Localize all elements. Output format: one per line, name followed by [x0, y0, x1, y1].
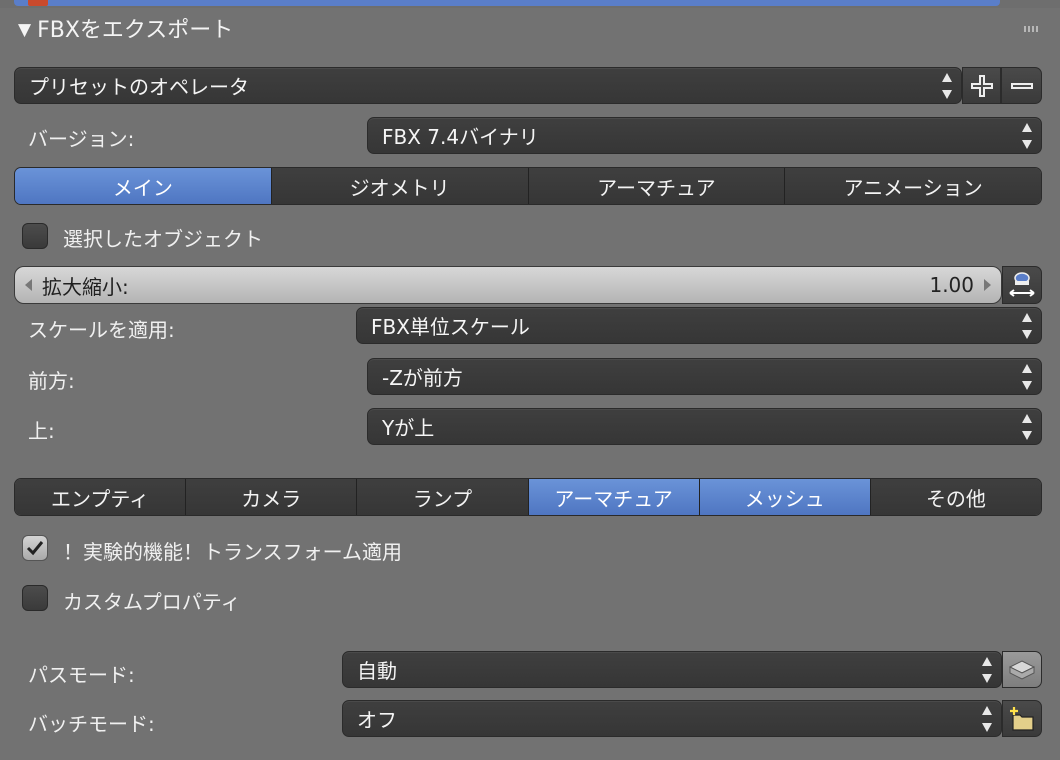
object-type-toggles: エンプティ カメラ ランプ アーマチュア メッシュ その他 [14, 478, 1042, 516]
batch-mode-dropdown[interactable]: オフ [342, 700, 1002, 737]
updown-arrows-icon [1021, 311, 1033, 341]
toggle-other[interactable]: その他 [869, 479, 1041, 515]
drag-grip-icon[interactable] [1024, 26, 1038, 32]
forward-label: 前方: [28, 369, 75, 393]
apply-transform-checkbox[interactable] [22, 535, 48, 561]
tab-main[interactable]: メイン [15, 168, 271, 204]
custom-properties-checkbox[interactable] [22, 585, 48, 611]
collapse-triangle-icon[interactable]: ▼ [18, 20, 31, 40]
up-value: Yが上 [382, 416, 435, 440]
new-folder-icon [1010, 706, 1034, 731]
tab-animation[interactable]: アニメーション [784, 168, 1041, 204]
previous-panel-strip [0, 0, 1060, 8]
forward-value: -Zが前方 [382, 366, 463, 390]
toggle-empty[interactable]: エンプティ [15, 479, 186, 515]
remove-preset-button[interactable] [1001, 67, 1042, 104]
batch-own-dir-toggle[interactable] [1002, 700, 1042, 737]
toggle-camera[interactable]: カメラ [185, 479, 357, 515]
version-value: FBX 7.4バイナリ [382, 125, 539, 149]
updown-arrows-icon [1021, 412, 1033, 442]
up-label: 上: [28, 419, 55, 443]
tab-armature[interactable]: アーマチュア [527, 168, 785, 204]
scale-slider[interactable]: 拡大縮小: 1.00 [14, 266, 1002, 304]
plus-icon [970, 74, 993, 97]
panel-header[interactable]: ▼ FBXをエクスポート [18, 12, 233, 44]
path-mode-value: 自動 [357, 659, 397, 683]
path-mode-dropdown[interactable]: 自動 [342, 651, 1002, 688]
batch-mode-label: バッチモード: [28, 712, 155, 736]
toggle-lamp[interactable]: ランプ [356, 479, 528, 515]
updown-arrows-icon [1021, 121, 1033, 151]
updown-arrows-icon [981, 655, 993, 685]
add-preset-button[interactable] [962, 67, 1001, 104]
selected-objects-checkbox[interactable] [22, 223, 48, 249]
apply-transform-label: ！実験的機能！トランスフォーム適用 [63, 540, 402, 564]
custom-properties-label: カスタムプロパティ [63, 590, 241, 614]
toggle-mesh[interactable]: メッシュ [698, 479, 870, 515]
updown-arrows-icon [941, 71, 953, 101]
checkmark-icon [26, 541, 44, 556]
minus-icon [1010, 82, 1033, 89]
tab-geometry[interactable]: ジオメトリ [270, 168, 528, 204]
scale-label: 拡大縮小: [42, 274, 129, 299]
scale-value: 1.00 [929, 273, 974, 297]
embed-textures-toggle[interactable] [1002, 651, 1042, 688]
selected-objects-label: 選択したオブジェクト [63, 227, 263, 251]
version-dropdown[interactable]: FBX 7.4バイナリ [367, 117, 1042, 154]
previous-row-highlight [14, 0, 1000, 6]
updown-arrows-icon [1021, 362, 1033, 392]
increment-arrow-icon[interactable] [984, 279, 991, 291]
forward-dropdown[interactable]: -Zが前方 [367, 358, 1042, 395]
panel-title: FBXをエクスポート [37, 18, 234, 43]
apply-unit-scale-toggle[interactable] [1002, 266, 1042, 304]
up-dropdown[interactable]: Yが上 [367, 408, 1042, 445]
version-label: バージョン: [28, 127, 135, 151]
toggle-armature[interactable]: アーマチュア [527, 479, 699, 515]
package-icon [1008, 659, 1036, 680]
preset-operator-label: プリセットのオペレータ [29, 75, 249, 99]
apply-scaling-value: FBX単位スケール [371, 315, 530, 339]
updown-arrows-icon [981, 704, 993, 734]
apply-scaling-label: スケールを適用: [28, 318, 175, 342]
batch-mode-value: オフ [357, 708, 397, 732]
path-mode-label: パスモード: [28, 663, 135, 687]
apply-scaling-dropdown[interactable]: FBX単位スケール [356, 307, 1042, 344]
decrement-arrow-icon[interactable] [25, 279, 32, 291]
main-tabs: メイン ジオメトリ アーマチュア アニメーション [14, 167, 1042, 205]
preset-operator-dropdown[interactable]: プリセットのオペレータ [14, 67, 962, 104]
previous-row-icon [28, 0, 48, 6]
unit-scale-icon [1009, 272, 1035, 297]
